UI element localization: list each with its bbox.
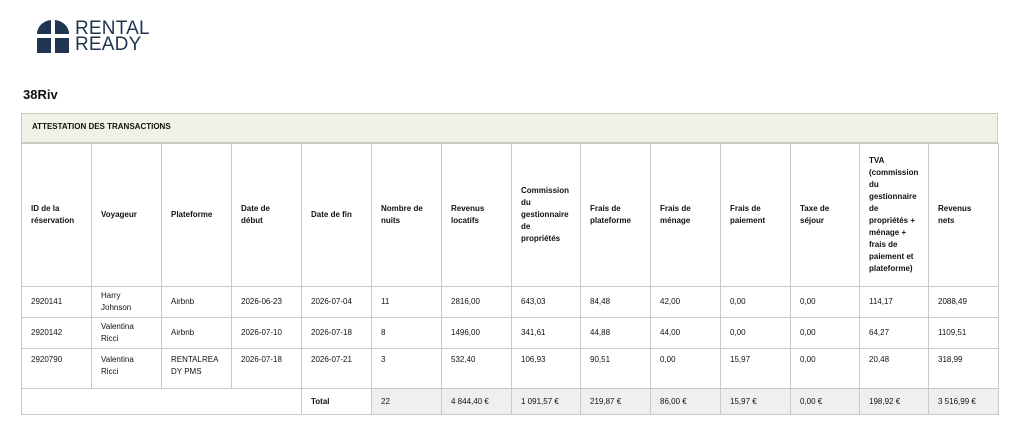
table-cell: 2816,00: [441, 286, 512, 318]
table-cell: 2088,49: [928, 286, 999, 318]
table-cell: Valentina Ricci: [91, 348, 162, 389]
table-cell: 532,40: [441, 348, 512, 389]
table-cell: 1109,51: [928, 317, 999, 349]
totals-row: Total 22 4 844,40 € 1 091,57 € 219,87 € …: [21, 388, 999, 415]
table-cell: 114,17: [859, 286, 929, 318]
table-row: 2920142 Valentina Ricci Airbnb 2026-07-1…: [21, 317, 999, 349]
table-cell: 106,93: [511, 348, 581, 389]
table-cell: Harry Johnson: [91, 286, 162, 318]
table-cell: 44,00: [650, 317, 721, 349]
table-cell: 2026-07-18: [301, 317, 372, 349]
column-header: TVA (commission du gestionnaire de propr…: [859, 143, 929, 287]
column-header: Plateforme: [161, 143, 232, 287]
total-cell: 198,92 €: [859, 388, 929, 415]
table-cell: 42,00: [650, 286, 721, 318]
table-cell: 2920142: [21, 317, 92, 349]
column-header: Frais de paiement: [720, 143, 791, 287]
table-cell: 90,51: [580, 348, 651, 389]
column-header: Voyageur: [91, 143, 162, 287]
table-cell: 0,00: [720, 317, 791, 349]
rental-ready-logo: RENTAL READY: [37, 19, 150, 55]
table-cell: 2026-07-10: [231, 317, 302, 349]
table-cell: 0,00: [720, 286, 791, 318]
column-header: Frais de plateforme: [580, 143, 651, 287]
table-cell: 2026-07-18: [231, 348, 302, 389]
table-cell: RENTALREADY PMS: [161, 348, 232, 389]
table-cell: 2026-07-21: [301, 348, 372, 389]
table-cell: Airbnb: [161, 317, 232, 349]
table-cell: 0,00: [650, 348, 721, 389]
table-row: 2920141 Harry Johnson Airbnb 2026-06-23 …: [21, 286, 999, 318]
column-header: Revenus nets: [928, 143, 999, 287]
column-header: Commission du gestionnaire de propriétés: [511, 143, 581, 287]
table-cell: 3: [371, 348, 442, 389]
column-header: ID de la réservation: [21, 143, 92, 287]
table-cell: 0,00: [790, 286, 860, 318]
rental-ready-logo-icon: [37, 20, 69, 53]
total-cell: 219,87 €: [580, 388, 651, 415]
table-cell: 15,97: [720, 348, 791, 389]
total-cell: 15,97 €: [720, 388, 791, 415]
total-cell: 22: [371, 388, 442, 415]
transactions-table: ID de la réservation Voyageur Plateforme…: [21, 143, 999, 415]
section-header: ATTESTATION DES TRANSACTIONS: [21, 113, 998, 143]
totals-label: Total: [301, 388, 372, 415]
table-cell: 318,99: [928, 348, 999, 389]
column-header: Revenus locatifs: [441, 143, 512, 287]
column-header: Nombre de nuits: [371, 143, 442, 287]
total-cell: 0,00 €: [790, 388, 860, 415]
column-header: Frais de ménage: [650, 143, 721, 287]
total-cell: 86,00 €: [650, 388, 721, 415]
table-row: 2920790 Valentina Ricci RENTALREADY PMS …: [21, 348, 999, 389]
table-cell: Valentina Ricci: [91, 317, 162, 349]
totals-spacer: [21, 388, 302, 415]
table-cell: 2026-06-23: [231, 286, 302, 318]
column-header: Date de fin: [301, 143, 372, 287]
table-cell: 643,03: [511, 286, 581, 318]
table-cell: 2920141: [21, 286, 92, 318]
table-cell: 84,48: [580, 286, 651, 318]
property-title: 38Riv: [23, 87, 58, 102]
total-cell: 1 091,57 €: [511, 388, 581, 415]
total-cell: 4 844,40 €: [441, 388, 512, 415]
total-cell: 3 516,99 €: [928, 388, 999, 415]
table-cell: 64,27: [859, 317, 929, 349]
table-cell: 341,61: [511, 317, 581, 349]
table-cell: 2026-07-04: [301, 286, 372, 318]
logo-line-2: READY: [75, 33, 142, 55]
table-cell: Airbnb: [161, 286, 232, 318]
table-cell: 1496,00: [441, 317, 512, 349]
table-cell: 2920790: [21, 348, 92, 389]
transactions-report: ATTESTATION DES TRANSACTIONS ID de la ré…: [21, 113, 999, 415]
table-cell: 8: [371, 317, 442, 349]
table-cell: 44,88: [580, 317, 651, 349]
table-cell: 11: [371, 286, 442, 318]
column-header: Date de début: [231, 143, 302, 287]
table-cell: 0,00: [790, 317, 860, 349]
table-cell: 0,00: [790, 348, 860, 389]
logo-wordmark: RENTAL READY: [75, 19, 150, 55]
table-cell: 20,48: [859, 348, 929, 389]
column-header: Taxe de séjour: [790, 143, 860, 287]
table-header-row: ID de la réservation Voyageur Plateforme…: [21, 143, 999, 287]
